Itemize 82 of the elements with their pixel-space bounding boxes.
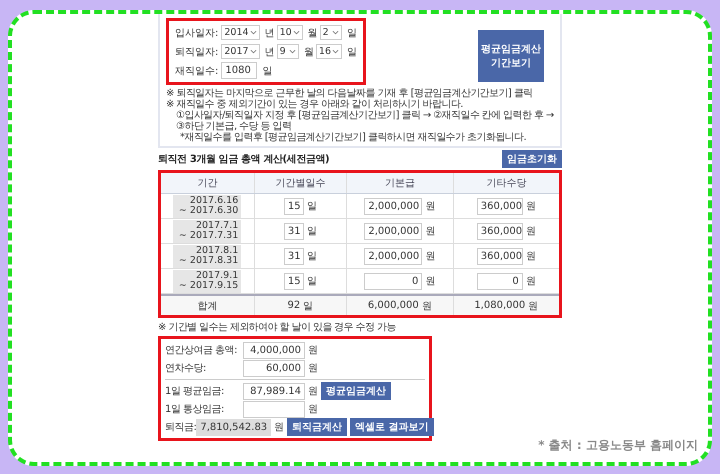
unit-label: 원 bbox=[308, 403, 318, 416]
column-header: 기타수당 bbox=[452, 173, 559, 193]
amount-field[interactable]: 7,810,542.83 bbox=[196, 418, 272, 436]
period-cell: 2017.9.1 ~ 2017.9.15 bbox=[173, 270, 242, 292]
field-label: 연간상여금 총액: bbox=[165, 344, 238, 357]
unit-label: 원 bbox=[528, 300, 538, 312]
unit-label: 원 bbox=[425, 250, 436, 263]
unit-label: 일 bbox=[306, 225, 317, 238]
unit-label: 원 bbox=[308, 385, 318, 398]
amount-field[interactable]: 60,000 bbox=[243, 360, 305, 376]
period-view-button[interactable]: 평균임금계산 기간보기 bbox=[478, 30, 544, 82]
unit-label: 년 bbox=[264, 46, 275, 58]
source-caption: * 출처 : 고용노동부 홈페이지 bbox=[538, 437, 698, 454]
note-text: ※ 기간별 일수는 제외하여야 할 날이 있을 경우 수정 가능 bbox=[158, 322, 397, 333]
days-field[interactable]: 15 bbox=[284, 272, 304, 290]
period-cell: 2017.6.16 ~ 2017.6.30 bbox=[173, 194, 242, 218]
column-header: 기본급 bbox=[346, 173, 453, 193]
unit-label: 원 bbox=[425, 200, 436, 213]
allowance-field[interactable]: 0 bbox=[476, 272, 523, 290]
note-text: ※ 재직일수 중 제외기간이 있는 경우 아래와 같이 처리하시기 바랍니다. bbox=[166, 99, 464, 110]
unit-label: 년 bbox=[264, 26, 275, 40]
allowance-field[interactable]: 360,000 bbox=[476, 198, 523, 214]
field-label: 1일 통상임금: bbox=[165, 403, 225, 416]
days-field[interactable]: 31 bbox=[284, 248, 304, 264]
unit-label: 원 bbox=[308, 362, 318, 375]
unit-label: 원 bbox=[526, 275, 536, 288]
unit-label: 일 bbox=[303, 300, 314, 312]
field-label: 1일 평균임금: bbox=[165, 385, 225, 398]
unit-label: 원 bbox=[422, 300, 432, 312]
base-pay-field[interactable]: 2,000,000 bbox=[364, 222, 422, 240]
column-header: 기간 bbox=[196, 177, 218, 191]
unit-label: 일 bbox=[262, 64, 272, 78]
year-dropdown[interactable]: 2014 bbox=[221, 25, 260, 40]
day-dropdown[interactable]: 16 bbox=[316, 44, 342, 59]
section-title: 퇴직전 3개월 임금 총액 계산(세전금액) bbox=[158, 153, 330, 166]
note-text: ①입사일자/퇴직일자 지정 후 [평균임금계산기간보기] 클릭 → ②재직일수 칸에 입력한 후 → ③하단 기본급, 수당 등 입력 bbox=[175, 110, 554, 132]
unit-label: 원 bbox=[425, 225, 436, 238]
field-label: 퇴직일자: bbox=[175, 46, 218, 58]
period-cell: 2017.7.1 ~ 2017.7.31 bbox=[173, 220, 242, 242]
base-pay-field[interactable]: 0 bbox=[364, 272, 422, 290]
unit-label: 일 bbox=[347, 46, 357, 58]
amount-field[interactable]: 87,989.14 bbox=[243, 382, 305, 400]
field-label: 재직일수: bbox=[175, 64, 218, 78]
unit-label: 일 bbox=[306, 275, 317, 288]
unit-label: 원 bbox=[526, 200, 536, 213]
tenure-field[interactable]: 1080 bbox=[221, 62, 258, 79]
amount-field[interactable]: 4,000,000 bbox=[243, 342, 305, 358]
year-dropdown[interactable]: 2017 bbox=[221, 44, 260, 59]
days-field[interactable]: 15 bbox=[284, 198, 304, 214]
field-label: 퇴직금: bbox=[165, 421, 196, 434]
table-cell: 6,000,000 bbox=[368, 300, 419, 311]
table-cell: 92 bbox=[287, 300, 300, 311]
unit-label: 원 bbox=[274, 421, 284, 434]
unit-label: 원 bbox=[526, 250, 536, 263]
month-dropdown[interactable]: 10 bbox=[276, 25, 303, 40]
table-cell: 1,080,000 bbox=[474, 300, 526, 311]
calculate-button[interactable]: 퇴직금계산 bbox=[287, 418, 348, 436]
note-text: *재직일수를 입력후 [평균임금계산기간보기] 클릭하시면 재직일수가 초기화됩니다. bbox=[179, 132, 528, 143]
unit-label: 원 bbox=[526, 225, 536, 238]
column-header: 기간별일수 bbox=[254, 173, 346, 193]
field-label: 연차수당: bbox=[165, 362, 207, 375]
total-label: 합계 bbox=[197, 300, 218, 312]
field-label: 입사일자: bbox=[175, 26, 218, 40]
allowance-field[interactable]: 360,000 bbox=[476, 222, 523, 240]
base-pay-field[interactable]: 2,000,000 bbox=[364, 198, 422, 214]
unit-label: 원 bbox=[425, 275, 436, 288]
allowance-field[interactable]: 360,000 bbox=[476, 248, 523, 264]
unit-label: 월 bbox=[304, 46, 314, 58]
period-cell: 2017.8.1 ~ 2017.8.31 bbox=[173, 244, 242, 268]
month-dropdown[interactable]: 9 bbox=[276, 44, 299, 59]
day-dropdown[interactable]: 2 bbox=[320, 25, 342, 40]
reset-button[interactable]: 임금초기화 bbox=[502, 150, 562, 168]
unit-label: 일 bbox=[347, 26, 357, 40]
days-field[interactable]: 31 bbox=[284, 222, 304, 240]
unit-label: 일 bbox=[306, 250, 317, 263]
calculate-button[interactable]: 엑셀로 결과보기 bbox=[350, 418, 434, 436]
unit-label: 원 bbox=[308, 344, 318, 357]
calculate-button[interactable]: 평균임금계산 bbox=[321, 382, 391, 400]
unit-label: 월 bbox=[308, 26, 318, 40]
unit-label: 일 bbox=[306, 200, 317, 213]
base-pay-field[interactable]: 2,000,000 bbox=[364, 248, 422, 264]
note-text: ※ 퇴직일자는 마지막으로 근무한 날의 다음날짜를 기재 후 [평균임금계산기간보기] 클릭 bbox=[166, 88, 534, 99]
